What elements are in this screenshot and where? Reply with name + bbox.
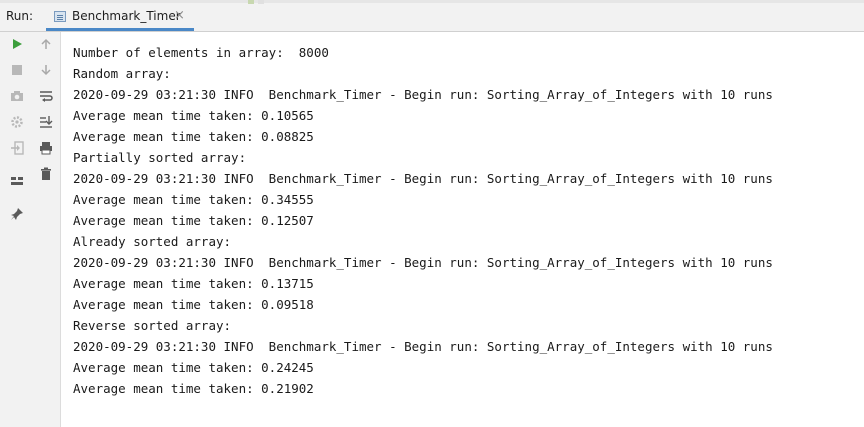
soft-wrap-icon — [40, 91, 53, 102]
top-marks — [248, 0, 278, 4]
console-line: Number of elements in array: 8000 — [73, 45, 329, 60]
up-stack-frame-button[interactable] — [36, 34, 56, 54]
tab-label: Benchmark_Timer — [72, 9, 181, 23]
settings-button[interactable] — [7, 112, 27, 132]
console-toolbar — [33, 32, 61, 427]
console-line: Average mean time taken: 0.13715 — [73, 276, 314, 291]
trash-icon — [41, 167, 51, 180]
console-line: 2020-09-29 03:21:30 INFO Benchmark_Timer… — [73, 171, 773, 186]
play-icon — [13, 39, 22, 49]
console-line: Partially sorted array: — [73, 150, 247, 165]
left-toolbar — [0, 32, 34, 427]
console-line: Average mean time taken: 0.10565 — [73, 108, 314, 123]
camera-icon — [11, 91, 23, 101]
rerun-button[interactable] — [7, 34, 27, 54]
tab-active-indicator — [46, 28, 194, 31]
exit-button[interactable] — [7, 138, 27, 158]
console-line: 2020-09-29 03:21:30 INFO Benchmark_Timer… — [73, 87, 773, 102]
arrow-up-icon — [41, 38, 51, 49]
console-line: 2020-09-29 03:21:30 INFO Benchmark_Timer… — [73, 255, 773, 270]
login-icon — [11, 141, 24, 155]
print-icon — [40, 142, 52, 155]
pin-button[interactable] — [7, 204, 27, 224]
arrow-down-icon — [41, 65, 51, 76]
layout-icon — [11, 177, 23, 185]
dump-threads-button[interactable] — [7, 86, 27, 106]
console-line: Reverse sorted array: — [73, 318, 232, 333]
clear-all-button[interactable] — [36, 164, 56, 184]
stop-icon — [12, 65, 22, 75]
console-line: 2020-09-29 03:21:30 INFO Benchmark_Timer… — [73, 339, 773, 354]
console-line: Average mean time taken: 0.21902 — [73, 381, 314, 396]
scroll-to-end-icon — [40, 116, 53, 128]
pin-icon — [11, 208, 23, 220]
console-line: Already sorted array: — [73, 234, 232, 249]
soft-wrap-button[interactable] — [36, 86, 56, 106]
close-icon[interactable]: × — [174, 8, 185, 23]
scroll-to-end-button[interactable] — [36, 112, 56, 132]
console-output[interactable]: Number of elements in array: 8000 Random… — [61, 32, 864, 427]
console-line: Average mean time taken: 0.34555 — [73, 192, 314, 207]
down-stack-frame-button[interactable] — [36, 60, 56, 80]
run-tool-window-header: Run: Benchmark_Timer × — [0, 0, 864, 32]
settings-icon — [11, 116, 23, 128]
console-line: Average mean time taken: 0.24245 — [73, 360, 314, 375]
console-tab-icon — [54, 11, 66, 22]
print-button[interactable] — [36, 138, 56, 158]
layout-button[interactable] — [7, 171, 27, 191]
console-line: Random array: — [73, 66, 171, 81]
stop-button[interactable] — [7, 60, 27, 80]
console-line: Average mean time taken: 0.09518 — [73, 297, 314, 312]
console-line: Average mean time taken: 0.08825 — [73, 129, 314, 144]
tab-benchmark-timer[interactable]: Benchmark_Timer × — [46, 3, 194, 31]
run-label: Run: — [6, 9, 34, 23]
console-line: Average mean time taken: 0.12507 — [73, 213, 314, 228]
